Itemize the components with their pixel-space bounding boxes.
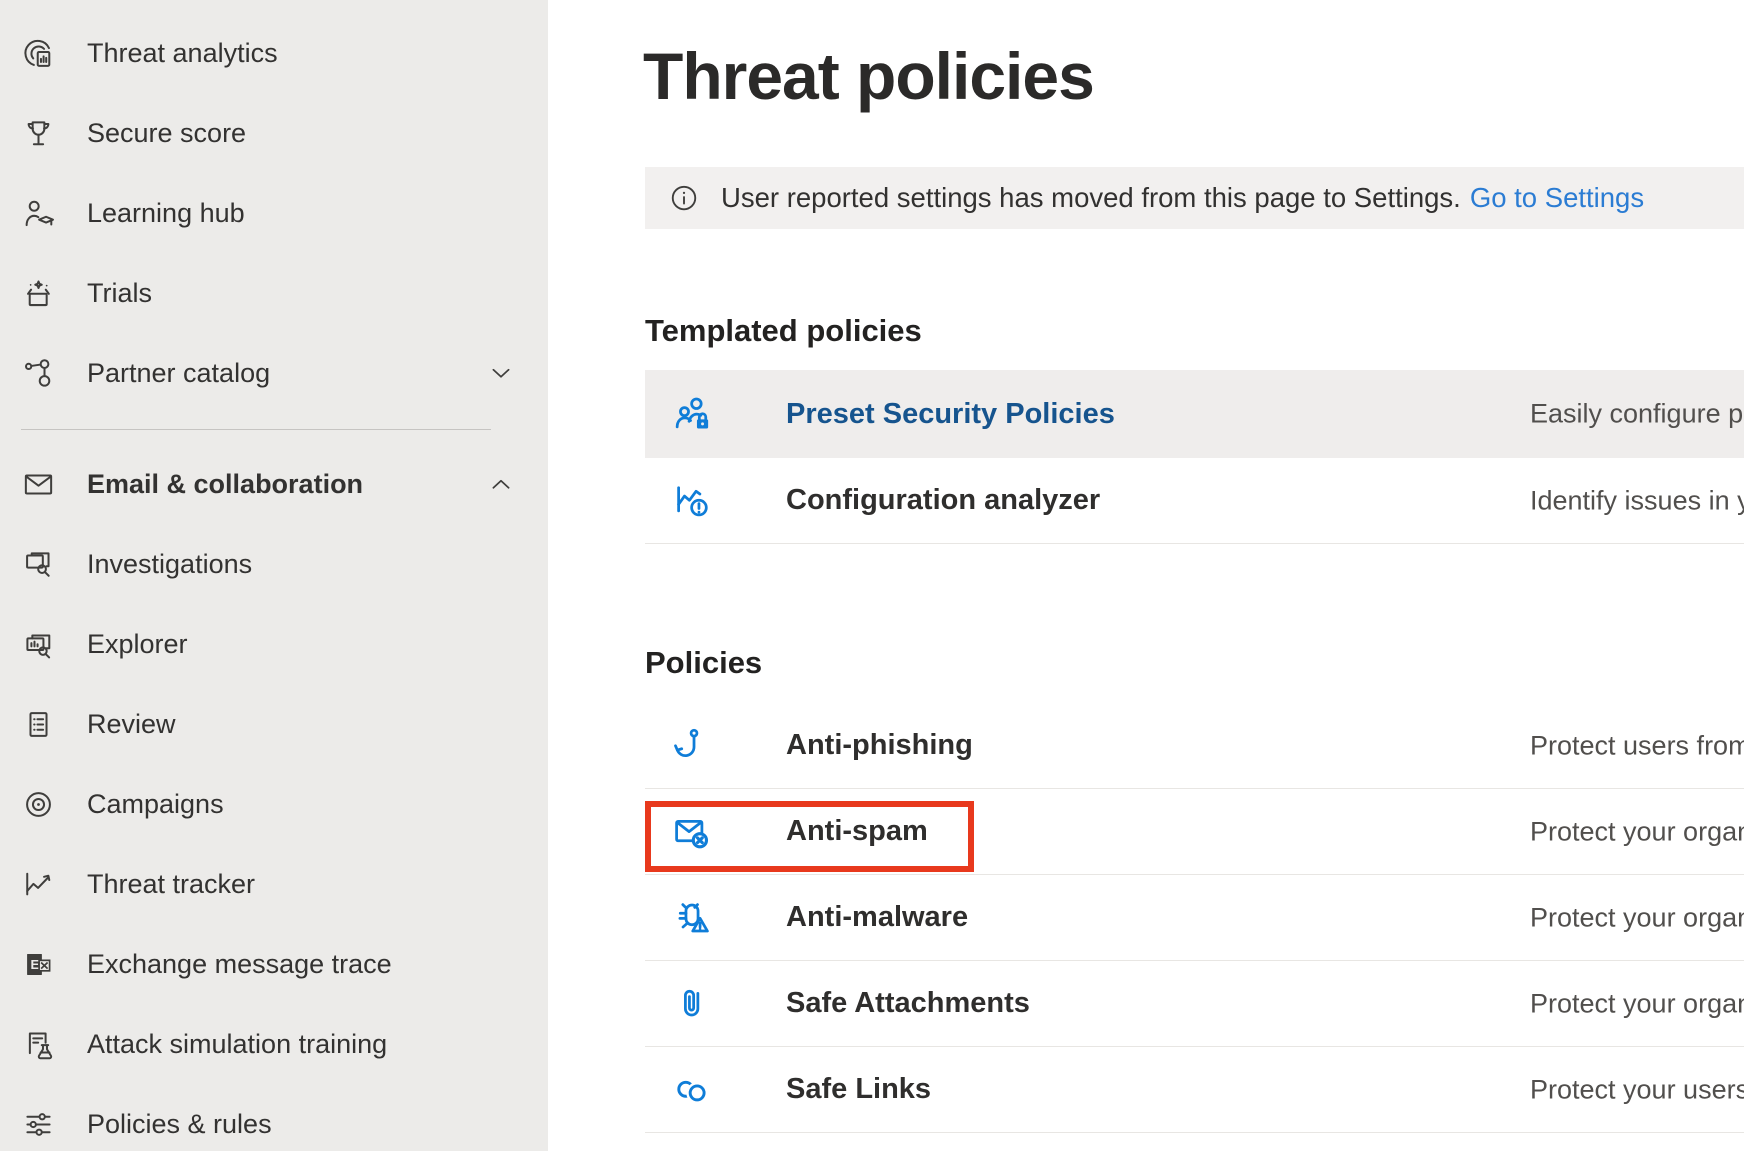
sidebar-item-label: Trials (87, 278, 152, 309)
sidebar-item-exchange-message-trace[interactable]: E Exchange message trace (0, 924, 548, 1004)
safe-attachments-icon (670, 982, 714, 1026)
partner-catalog-icon (19, 354, 57, 392)
sidebar-item-label: Explorer (87, 629, 188, 660)
templated-policies-heading: Templated policies (645, 313, 922, 349)
sidebar-item-label: Policies & rules (87, 1109, 272, 1140)
row-description: Protect your organization's email from s… (1530, 816, 1744, 847)
row-description: Protect users from phishing attacks and … (1530, 730, 1744, 761)
sidebar-item-label: Threat tracker (87, 869, 255, 900)
go-to-settings-link[interactable]: Go to Settings (1470, 182, 1644, 214)
sidebar-item-label: Investigations (87, 549, 252, 580)
row-label: Anti-spam (786, 815, 928, 848)
row-description: Protect your organization from malicious… (1530, 988, 1744, 1019)
row-label: Safe Attachments (786, 987, 1030, 1020)
row-description: Protect your users from malicious links … (1530, 1074, 1744, 1105)
row-description: Protect your organization's email from m… (1530, 902, 1744, 933)
sidebar-item-label: Partner catalog (87, 358, 270, 389)
learning-hub-icon (19, 194, 57, 232)
row-label-link[interactable]: Preset Security Policies (786, 398, 1115, 431)
templated-policies-list: Preset Security Policies Easily configur… (645, 370, 1744, 544)
anti-spam-icon (670, 810, 714, 854)
sidebar-item-explorer[interactable]: Explorer (0, 604, 548, 684)
chevron-up-icon[interactable] (488, 471, 514, 497)
campaigns-icon (19, 785, 57, 823)
sidebar-item-label: Email & collaboration (87, 469, 363, 500)
explorer-icon (19, 625, 57, 663)
row-safe-attachments[interactable]: Safe Attachments Protect your organizati… (645, 961, 1744, 1047)
safe-links-icon (670, 1068, 714, 1112)
page-title: Threat policies (643, 38, 1094, 114)
review-icon (19, 705, 57, 743)
sidebar-item-attack-simulation-training[interactable]: Attack simulation training (0, 1004, 548, 1084)
anti-malware-icon (670, 896, 714, 940)
sidebar-item-email-collaboration[interactable]: Email & collaboration (0, 444, 548, 524)
row-description: Identify issues in your policy configura… (1530, 485, 1744, 516)
banner-message: User reported settings has moved from th… (721, 182, 1461, 214)
sidebar-item-label: Review (87, 709, 176, 740)
row-description: Easily configure protection settings for… (1530, 399, 1744, 430)
sidebar-item-label: Threat analytics (87, 38, 278, 69)
sidebar-item-policies-rules[interactable]: Policies & rules (0, 1084, 548, 1164)
sidebar-item-label: Attack simulation training (87, 1029, 387, 1060)
row-label: Configuration analyzer (786, 484, 1100, 517)
sidebar-item-secure-score[interactable]: Secure score (0, 93, 548, 173)
preset-security-policies-icon (670, 392, 714, 436)
row-configuration-analyzer[interactable]: Configuration analyzer Identify issues i… (645, 458, 1744, 544)
secure-score-icon (19, 114, 57, 152)
info-icon (669, 183, 699, 213)
user-reported-settings-banner: User reported settings has moved from th… (645, 167, 1744, 229)
row-label: Anti-malware (786, 901, 968, 934)
policies-rules-icon (19, 1105, 57, 1143)
sidebar-item-campaigns[interactable]: Campaigns (0, 764, 548, 844)
sidebar-item-label: Campaigns (87, 789, 224, 820)
row-anti-phishing[interactable]: Anti-phishing Protect users from phishin… (645, 703, 1744, 789)
sidebar-divider (21, 429, 491, 430)
configuration-analyzer-icon (670, 479, 714, 523)
left-navigation-sidebar: Threat analytics Secure score Learning h… (0, 0, 548, 1151)
row-anti-spam[interactable]: Anti-spam Protect your organization's em… (645, 789, 1744, 875)
nav-list: Threat analytics Secure score Learning h… (0, 0, 548, 1164)
sidebar-item-learning-hub[interactable]: Learning hub (0, 173, 548, 253)
sidebar-item-partner-catalog[interactable]: Partner catalog (0, 333, 548, 413)
row-safe-links[interactable]: Safe Links Protect your users from malic… (645, 1047, 1744, 1133)
policies-list: Anti-phishing Protect users from phishin… (645, 703, 1744, 1133)
sidebar-item-investigations[interactable]: Investigations (0, 524, 548, 604)
sidebar-item-review[interactable]: Review (0, 684, 548, 764)
sidebar-item-threat-analytics[interactable]: Threat analytics (0, 13, 548, 93)
row-preset-security-policies[interactable]: Preset Security Policies Easily configur… (645, 370, 1744, 458)
row-label: Anti-phishing (786, 729, 973, 762)
exchange-message-trace-icon: E (19, 945, 57, 983)
attack-simulation-training-icon (19, 1025, 57, 1063)
trials-icon (19, 274, 57, 312)
chevron-down-icon[interactable] (488, 360, 514, 386)
threat-analytics-icon (19, 34, 57, 72)
anti-phishing-icon (670, 724, 714, 768)
investigations-icon (19, 545, 57, 583)
sidebar-item-label: Learning hub (87, 198, 245, 229)
policies-heading: Policies (645, 645, 762, 681)
row-anti-malware[interactable]: Anti-malware Protect your organization's… (645, 875, 1744, 961)
row-label: Safe Links (786, 1073, 931, 1106)
threat-tracker-icon (19, 865, 57, 903)
sidebar-item-trials[interactable]: Trials (0, 253, 548, 333)
sidebar-item-label: Exchange message trace (87, 949, 392, 980)
svg-text:E: E (30, 956, 39, 971)
email-collaboration-icon (19, 465, 57, 503)
sidebar-item-label: Secure score (87, 118, 246, 149)
sidebar-item-threat-tracker[interactable]: Threat tracker (0, 844, 548, 924)
